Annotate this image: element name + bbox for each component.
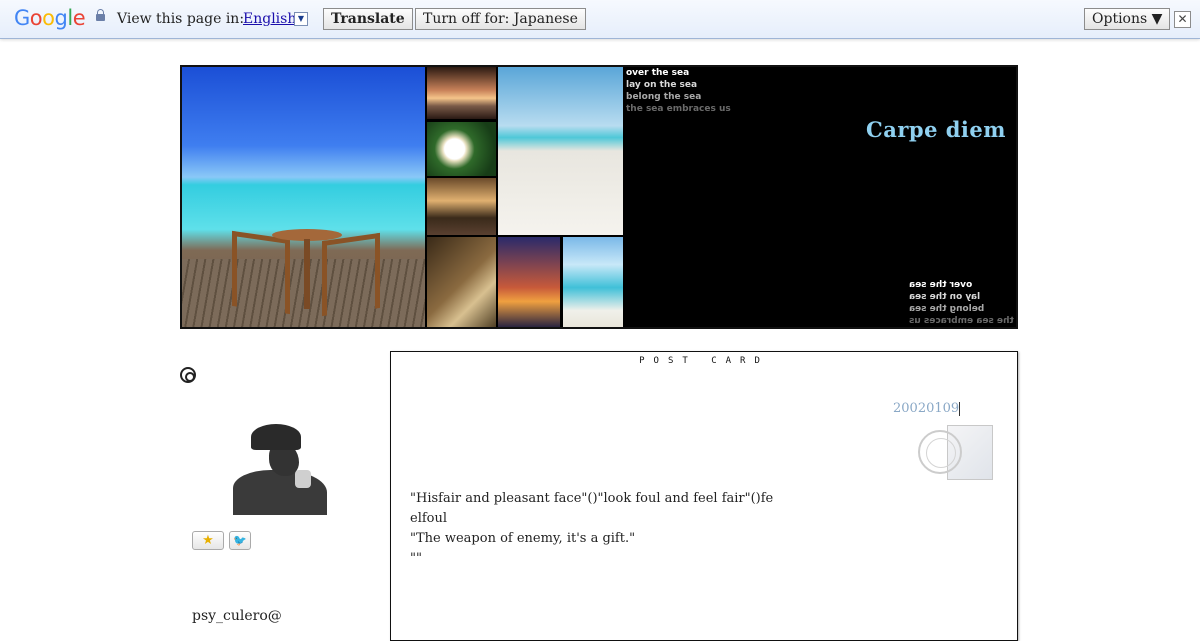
postcard-header: POST CARD: [639, 356, 769, 366]
banner-line: lay on the sea: [626, 80, 698, 90]
banner-poem-mirrored: over the sea lay on the sea belong the s…: [909, 279, 1014, 327]
logo-letter: o: [42, 6, 55, 30]
translate-button[interactable]: Translate: [323, 8, 413, 30]
banner-line: over the sea: [909, 280, 973, 290]
google-translate-bar: Google View this page in: English ▼ Tran…: [0, 0, 1200, 39]
postmark-icon: [918, 430, 962, 474]
shoreline-photo: [563, 237, 623, 327]
postcard: POST CARD 20020109 "Hisfair and pleasant…: [390, 351, 1018, 641]
body-line: "": [410, 551, 422, 566]
banner-line: over the sea: [626, 68, 690, 78]
logo-letter: e: [72, 6, 86, 30]
palm-sunset-photo: [498, 237, 560, 327]
turn-off-button[interactable]: Turn off for: Japanese: [415, 8, 586, 30]
logo-letter: g: [54, 6, 68, 30]
language-dropdown-icon[interactable]: ▼: [294, 12, 308, 26]
avatar: [233, 418, 327, 515]
post-date[interactable]: 20020109: [893, 401, 959, 416]
site-title[interactable]: Carpe diem: [866, 117, 1006, 142]
text-cursor: [959, 402, 960, 416]
google-logo: Google: [14, 6, 86, 30]
options-button[interactable]: Options ▼: [1084, 8, 1171, 30]
banner-line: the sea embraces us: [626, 104, 731, 114]
beach-deck-photo: [182, 67, 425, 327]
banner-line: the sea embraces us: [909, 316, 1014, 326]
hammock-beach-photo: [498, 67, 623, 235]
banner-line: belong the sea: [909, 304, 985, 314]
cafe-photo: [427, 178, 496, 235]
body-line: "The weapon of enemy, it's a gift.": [410, 531, 636, 546]
post-body: "Hisfair and pleasant face"()"look foul …: [410, 489, 773, 569]
logo-letter: o: [29, 6, 43, 30]
sunset-photo: [427, 67, 496, 119]
view-page-label: View this page in:: [117, 11, 245, 27]
language-link[interactable]: English: [243, 11, 296, 27]
flower-photo: [427, 122, 496, 176]
blog-icon[interactable]: [180, 367, 196, 383]
username: psy_culero@: [192, 608, 282, 624]
body-line: "Hisfair and pleasant face"()"look foul …: [410, 491, 774, 506]
body-line: elfoul: [410, 511, 448, 526]
header-banner: over the sea lay on the sea belong the s…: [180, 65, 1018, 329]
star-icon[interactable]: ★: [192, 531, 224, 550]
banner-line: belong the sea: [626, 92, 702, 102]
close-icon[interactable]: ✕: [1174, 11, 1191, 28]
banner-poem: over the sea lay on the sea belong the s…: [626, 67, 731, 115]
logo-letter: G: [14, 6, 30, 30]
lounge-photo: [427, 237, 496, 327]
twitter-icon[interactable]: 🐦: [229, 531, 251, 550]
banner-line: lay on the sea: [909, 292, 981, 302]
lock-icon: [96, 9, 105, 21]
